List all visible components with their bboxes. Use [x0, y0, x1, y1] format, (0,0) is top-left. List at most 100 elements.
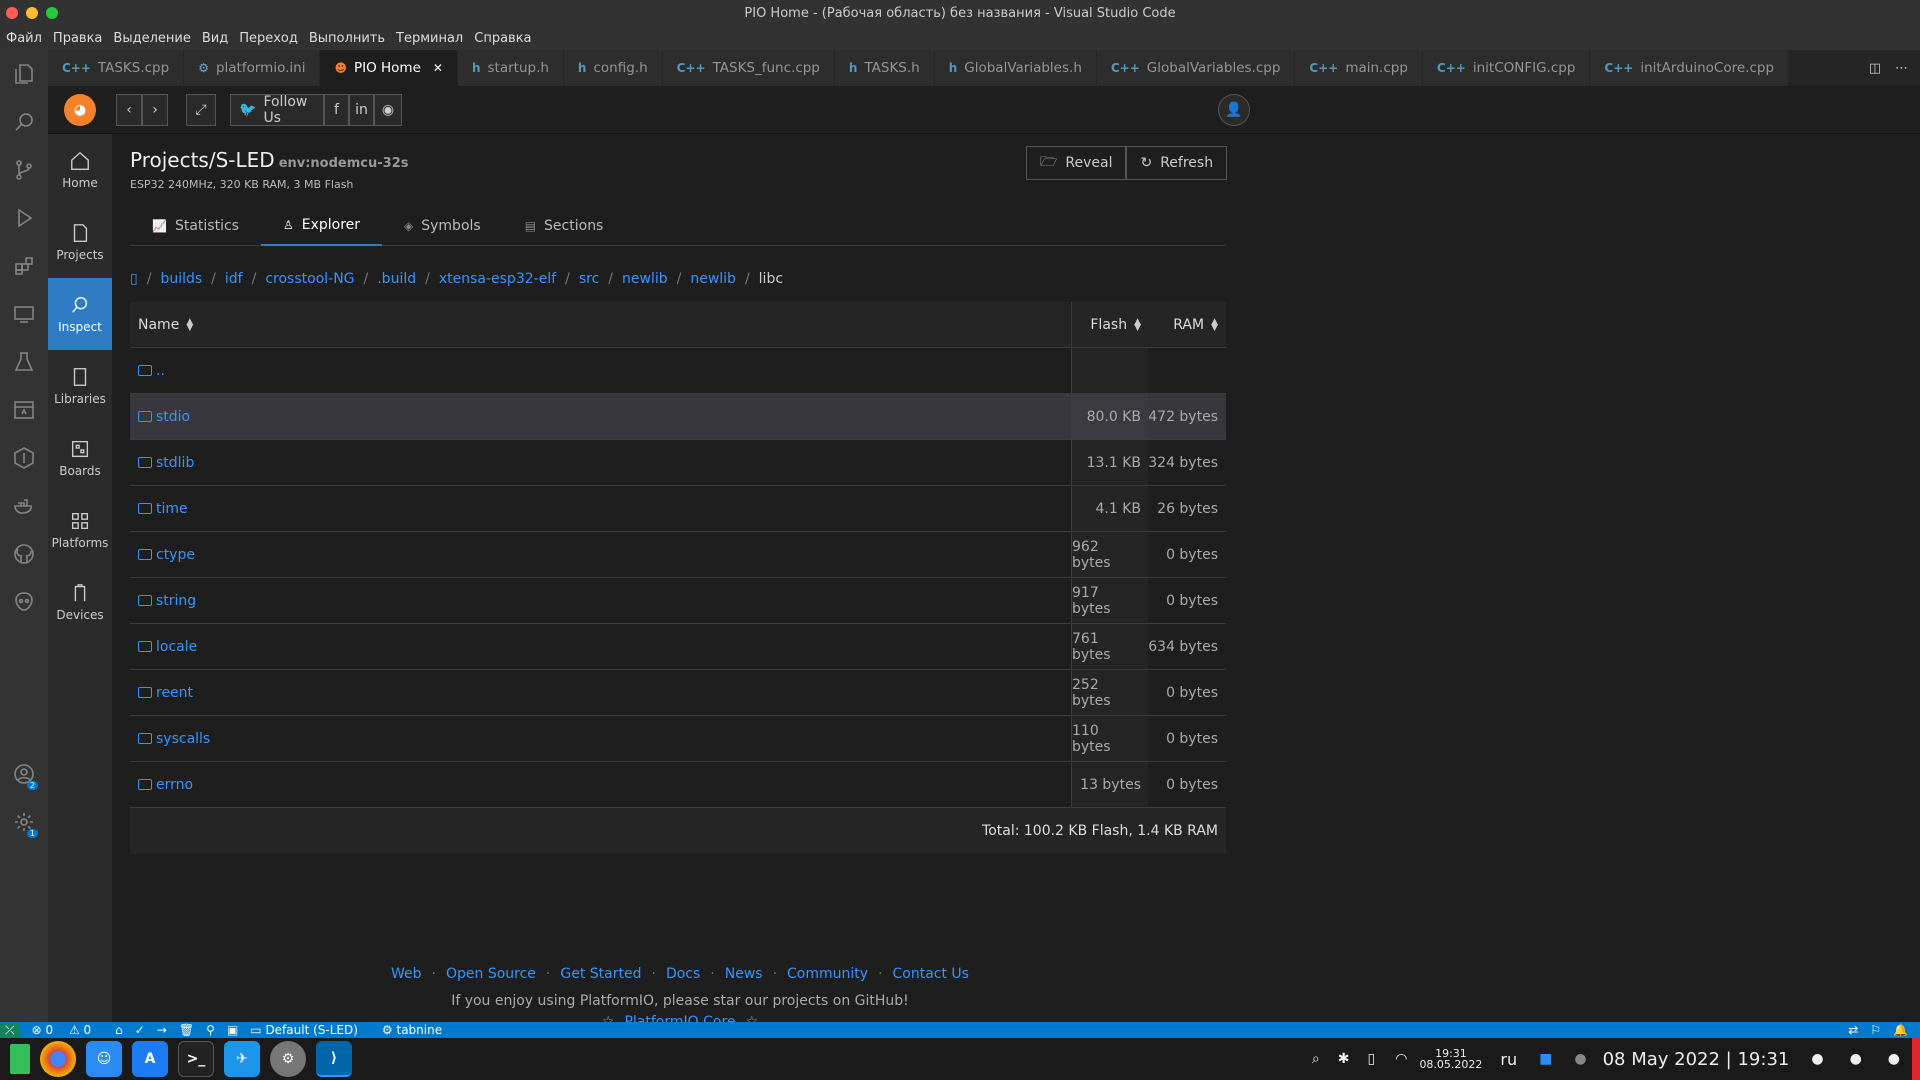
manjaro-menu-icon[interactable]	[10, 1044, 30, 1074]
sidebar-item-boards[interactable]: Boards	[48, 422, 112, 494]
remote-explorer-icon[interactable]	[0, 290, 48, 338]
menu-go[interactable]: Переход	[239, 31, 298, 46]
footer-link[interactable]: Web	[391, 966, 422, 982]
apple-icon[interactable]: ●	[1850, 1051, 1862, 1067]
breadcrumb-item[interactable]: .build	[377, 271, 416, 287]
tab-sections[interactable]: ▤ Sections	[503, 206, 626, 246]
parent-dir-link[interactable]: ..	[156, 363, 165, 379]
editor-tab[interactable]: h config.h	[563, 50, 663, 86]
editor-tab[interactable]: C++ GlobalVariables.cpp	[1096, 50, 1296, 86]
table-row-parent[interactable]: ..	[130, 348, 1226, 394]
editor-tab[interactable]: ⚙ platformio.ini	[184, 50, 321, 86]
pio-clean-icon[interactable]: 🗑	[179, 1023, 194, 1037]
folder-link[interactable]: locale	[156, 639, 197, 655]
footer-link[interactable]: Open Source	[446, 966, 536, 982]
split-editor-icon[interactable]: ◫	[1869, 61, 1881, 76]
search-tray-icon[interactable]: ⌕	[1312, 1051, 1320, 1067]
table-row[interactable]: locale 761 bytes 634 bytes	[130, 624, 1226, 670]
column-ram-header[interactable]: RAM ▲ ▼	[1148, 302, 1226, 347]
menu-edit[interactable]: Правка	[53, 31, 102, 46]
table-row[interactable]: time 4.1 KB 26 bytes	[130, 486, 1226, 532]
breadcrumb-item[interactable]: builds	[160, 271, 202, 287]
column-name-header[interactable]: Name ▲ ▼	[130, 302, 1072, 347]
run-debug-icon[interactable]	[0, 194, 48, 242]
pio-upload-icon[interactable]: →	[157, 1023, 167, 1037]
source-control-icon[interactable]	[0, 146, 48, 194]
minimize-window-button[interactable]	[26, 7, 38, 19]
sidebar-item-platforms[interactable]: Platforms	[48, 494, 112, 566]
folder-link[interactable]: string	[156, 593, 196, 609]
finder-tray-icon[interactable]: ■	[1539, 1051, 1552, 1067]
menu-selection[interactable]: Выделение	[113, 31, 190, 46]
accounts-icon[interactable]: 2	[0, 750, 48, 798]
table-row[interactable]: syscalls 110 bytes 0 bytes	[130, 716, 1226, 762]
env-switcher[interactable]: ▭ Default (S-LED)	[250, 1023, 370, 1037]
github-button[interactable]: ◉	[374, 94, 402, 126]
maximize-window-button[interactable]	[46, 7, 58, 19]
table-row[interactable]: stdio 80.0 KB 472 bytes	[130, 394, 1226, 440]
wifi-icon[interactable]: ◠	[1395, 1051, 1407, 1067]
testing-icon[interactable]	[0, 338, 48, 386]
breadcrumb-item[interactable]: newlib	[622, 271, 668, 287]
folder-link[interactable]: stdlib	[156, 455, 194, 471]
explorer-icon[interactable]	[0, 50, 48, 98]
table-row[interactable]: stdlib 13.1 KB 324 bytes	[130, 440, 1226, 486]
account-button[interactable]: 👤	[1218, 94, 1250, 126]
sidebar-item-projects[interactable]: Projects	[48, 206, 112, 278]
clipboard-icon[interactable]: ▯	[1368, 1051, 1376, 1067]
platformio-icon[interactable]	[0, 434, 48, 482]
tab-statistics[interactable]: 📈 Statistics	[130, 206, 261, 246]
footer-link[interactable]: News	[725, 966, 763, 982]
folder-link[interactable]: time	[156, 501, 188, 517]
refresh-button[interactable]: ↻ Refresh	[1126, 146, 1228, 180]
tab-symbols[interactable]: ◈ Symbols	[382, 206, 503, 246]
forward-button[interactable]: ›	[142, 94, 168, 126]
menu-help[interactable]: Справка	[474, 31, 531, 46]
docker-icon[interactable]	[0, 482, 48, 530]
sync-icon[interactable]: ⇄	[1848, 1023, 1858, 1037]
linkedin-button[interactable]: in	[349, 94, 374, 126]
footer-link[interactable]: Docs	[666, 966, 700, 982]
extensions-icon[interactable]	[0, 242, 48, 290]
apple-icon[interactable]: ●	[1888, 1051, 1900, 1067]
sidebar-item-libraries[interactable]: Libraries	[48, 350, 112, 422]
pio-alien-icon[interactable]	[0, 578, 48, 626]
vscode-icon[interactable]: ⟩	[316, 1041, 352, 1077]
search-icon[interactable]	[0, 98, 48, 146]
sidebar-item-devices[interactable]: Devices	[48, 566, 112, 638]
footer-link[interactable]: Community	[787, 966, 868, 982]
table-row[interactable]: reent 252 bytes 0 bytes	[130, 670, 1226, 716]
menu-run[interactable]: Выполнить	[309, 31, 385, 46]
facebook-button[interactable]: f	[324, 94, 349, 126]
editor-tab[interactable]: h GlobalVariables.h	[934, 50, 1097, 86]
menu-view[interactable]: Вид	[202, 31, 228, 46]
tab-explorer[interactable]: ♙ Explorer	[260, 206, 383, 246]
pio-test-icon[interactable]: ⚲	[206, 1023, 215, 1037]
sidebar-item-home[interactable]: Home	[48, 134, 112, 206]
folder-link[interactable]: errno	[156, 777, 193, 793]
finder-icon[interactable]: ☺	[86, 1041, 122, 1077]
editor-tab[interactable]: C++ initArduinoCore.cpp	[1590, 50, 1790, 86]
problems-indicator[interactable]: ⊗ 0 ⚠ 0	[32, 1023, 104, 1037]
settings-gear-icon[interactable]: 1	[0, 798, 48, 846]
folder-link[interactable]: stdio	[156, 409, 190, 425]
close-tab-icon[interactable]: ✕	[433, 61, 443, 75]
system-settings-icon[interactable]: ⚙	[270, 1041, 306, 1077]
keyboard-layout[interactable]: ru	[1500, 1050, 1517, 1069]
breadcrumb-item[interactable]: src	[579, 271, 599, 287]
pio-build-icon[interactable]: ✓	[135, 1023, 145, 1037]
github-icon[interactable]	[0, 530, 48, 578]
close-window-button[interactable]	[6, 7, 18, 19]
remote-indicator-icon[interactable]: ⤫	[0, 1022, 20, 1038]
file-root-icon[interactable]: ▯	[130, 271, 138, 287]
more-actions-icon[interactable]: ⋯	[1895, 61, 1908, 76]
footer-link[interactable]: Get Started	[560, 966, 641, 982]
notifications-bell-icon[interactable]: 🔔	[1893, 1023, 1908, 1037]
breadcrumb-item[interactable]: crosstool-NG	[265, 271, 354, 287]
apple-icon[interactable]: ●	[1811, 1051, 1823, 1067]
chrome-icon[interactable]	[40, 1041, 76, 1077]
broadcast-icon[interactable]: ⚐	[1870, 1023, 1881, 1037]
folder-link[interactable]: syscalls	[156, 731, 210, 747]
remote-window-icon[interactable]	[0, 386, 48, 434]
editor-tab[interactable]: C++ TASKS.cpp	[48, 50, 185, 86]
